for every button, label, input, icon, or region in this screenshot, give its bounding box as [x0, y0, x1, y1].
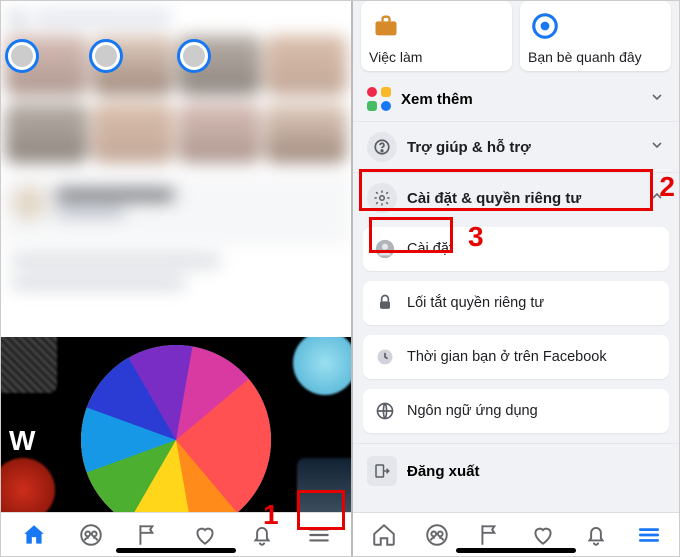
- home-indicator: [456, 548, 576, 553]
- briefcase-icon: [369, 9, 403, 43]
- submenu-time-label: Thời gian bạn ở trên Facebook: [407, 349, 607, 365]
- news-feed[interactable]: W: [1, 1, 351, 556]
- logout-icon: [367, 456, 397, 486]
- submenu-time-on-facebook[interactable]: Thời gian bạn ở trên Facebook: [363, 335, 669, 379]
- menu-help-label: Trợ giúp & hỗ trợ: [407, 139, 531, 156]
- card-jobs[interactable]: Việc làm: [361, 1, 512, 71]
- submenu-language-label: Ngôn ngữ ứng dụng: [407, 403, 538, 419]
- tab-groups[interactable]: [424, 522, 450, 548]
- submenu-app-language[interactable]: Ngôn ngữ ứng dụng: [363, 389, 669, 433]
- menu-list: Xem thêm Trợ giúp & hỗ trợ Cài đặt & q: [353, 77, 679, 512]
- image-watermark: W: [9, 425, 35, 457]
- tab-dating[interactable]: [530, 522, 556, 548]
- tab-groups[interactable]: [78, 522, 104, 548]
- menu-logout[interactable]: Đăng xuất: [353, 443, 679, 498]
- post-colorful-image[interactable]: W: [1, 337, 351, 512]
- card-jobs-label: Việc làm: [369, 49, 504, 65]
- chevron-down-icon: [649, 89, 665, 109]
- submenu-privacy-shortcuts[interactable]: Lối tắt quyền riêng tư: [363, 281, 669, 325]
- card-nearby-label: Bạn bè quanh đây: [528, 49, 663, 65]
- see-more-icon: [367, 87, 391, 111]
- see-more-row[interactable]: Xem thêm: [353, 77, 679, 121]
- menu-shortcut-cards: Việc làm Bạn bè quanh đây: [353, 1, 679, 79]
- tab-pages[interactable]: [477, 522, 503, 548]
- submenu-settings-label: Cài đặt: [407, 241, 453, 257]
- tab-menu[interactable]: [306, 522, 332, 548]
- tab-home[interactable]: [371, 522, 397, 548]
- clock-icon: [373, 345, 397, 369]
- submenu-settings[interactable]: Cài đặt: [363, 227, 669, 271]
- gear-icon: [367, 183, 397, 213]
- settings-privacy-submenu: Cài đặt Lối tắt quyền riêng tư Thời gian…: [353, 223, 679, 443]
- avatar-icon: [373, 237, 397, 261]
- home-indicator: [116, 548, 236, 553]
- chevron-up-icon: [649, 188, 665, 208]
- tab-pages[interactable]: [135, 522, 161, 548]
- lock-icon: [373, 291, 397, 315]
- menu-logout-label: Đăng xuất: [407, 463, 480, 480]
- nearby-friends-icon: [528, 9, 562, 43]
- left-bottom-tabbar: [1, 512, 351, 556]
- submenu-privacy-label: Lối tắt quyền riêng tư: [407, 295, 544, 311]
- tab-home[interactable]: [21, 522, 47, 548]
- menu-settings-privacy-label: Cài đặt & quyền riêng tư: [407, 190, 581, 207]
- card-nearby-friends[interactable]: Bạn bè quanh đây: [520, 1, 671, 71]
- tab-notifications[interactable]: [583, 522, 609, 548]
- tab-menu[interactable]: [636, 522, 662, 548]
- right-bottom-tabbar: [353, 512, 679, 556]
- see-more-label: Xem thêm: [401, 91, 473, 108]
- chevron-down-icon: [649, 137, 665, 157]
- tab-notifications[interactable]: [249, 522, 275, 548]
- menu-settings-privacy[interactable]: Cài đặt & quyền riêng tư: [353, 172, 679, 223]
- language-icon: [373, 399, 397, 423]
- right-phone-screen: Việc làm Bạn bè quanh đây Xem thêm: [353, 1, 679, 556]
- dual-screenshot-container: W: [0, 0, 680, 557]
- help-icon: [367, 132, 397, 162]
- left-phone-screen: W: [1, 1, 353, 556]
- tab-dating[interactable]: [192, 522, 218, 548]
- menu-help-support[interactable]: Trợ giúp & hỗ trợ: [353, 121, 679, 172]
